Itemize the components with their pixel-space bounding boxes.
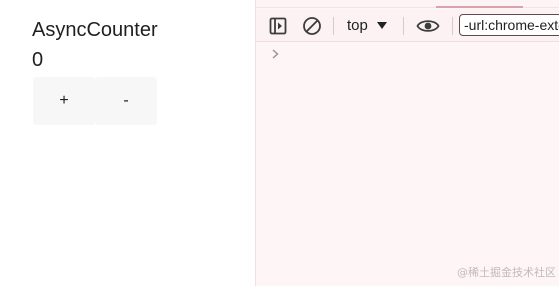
caret-down-icon bbox=[376, 22, 387, 29]
chevron-right-icon bbox=[272, 49, 279, 59]
app-title: AsyncCounter bbox=[32, 19, 158, 41]
toolbar-divider bbox=[333, 17, 334, 35]
context-selector[interactable]: top bbox=[340, 9, 398, 42]
decrement-button[interactable]: - bbox=[95, 77, 157, 125]
devtools-tab-strip bbox=[256, 0, 559, 8]
active-tab-indicator bbox=[436, 6, 523, 8]
context-label: top bbox=[347, 17, 368, 34]
clear-console-icon[interactable] bbox=[300, 9, 324, 42]
toolbar-divider bbox=[452, 17, 453, 35]
console-output[interactable] bbox=[256, 43, 559, 286]
toolbar-divider bbox=[403, 17, 404, 35]
sidebar-toggle-icon[interactable] bbox=[266, 9, 290, 42]
eye-icon[interactable] bbox=[414, 9, 442, 42]
devtools-panel: top @稀土掘金技术社区 bbox=[255, 0, 559, 286]
console-toolbar: top bbox=[256, 9, 559, 42]
console-filter-input[interactable] bbox=[459, 14, 559, 36]
watermark: @稀土掘金技术社区 bbox=[457, 266, 556, 279]
counter-app: AsyncCounter 0 + - bbox=[0, 0, 255, 286]
count-value: 0 bbox=[32, 49, 44, 71]
increment-button[interactable]: + bbox=[33, 77, 95, 125]
